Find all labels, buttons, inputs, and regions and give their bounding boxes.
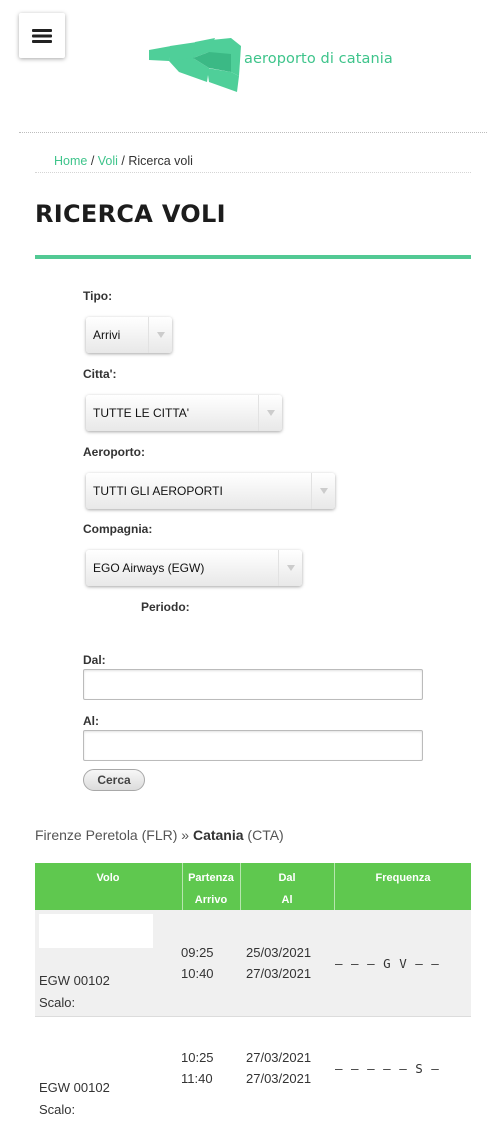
header-volo-label: Volo	[96, 872, 120, 884]
header-divider	[19, 132, 487, 133]
date-to: 27/03/2021	[246, 1071, 312, 1086]
table-row: EGW 00102 Scalo: 09:25 10:40 25/03/2021 …	[35, 910, 471, 1017]
tipo-label: Tipo:	[83, 289, 113, 303]
dal-label: Dal:	[83, 653, 106, 667]
flight-number: EGW 00102	[39, 1080, 110, 1095]
route-destination-code: (CTA)	[243, 827, 284, 843]
compagnia-label: Compagnia:	[83, 522, 153, 536]
header-al-label: Al	[281, 894, 293, 906]
chevron-down-icon	[311, 473, 335, 509]
aeroporto-select-value: TUTTI GLI AEROPORTI	[93, 484, 223, 498]
citta-select-value: TUTTE LE CITTA'	[93, 406, 190, 420]
chevron-down-icon	[278, 550, 302, 586]
menu-button[interactable]	[19, 13, 65, 58]
compagnia-select[interactable]: EGO Airways (EGW)	[86, 550, 302, 586]
table-row: EGW 00102 Scalo: 10:25 11:40 27/03/2021 …	[35, 1017, 471, 1122]
page-title: RICERCA VOLI	[35, 200, 226, 228]
departure-time: 09:25	[181, 945, 214, 960]
date-to: 27/03/2021	[246, 966, 312, 981]
chevron-down-icon	[148, 317, 172, 353]
route-title: Firenze Peretola (FLR) » Catania (CTA)	[35, 827, 284, 843]
breadcrumb-separator: /	[87, 154, 98, 168]
hamburger-icon	[32, 28, 52, 43]
header-dal-label: Dal	[278, 872, 296, 884]
header-volo: Volo	[35, 863, 181, 910]
date-from: 25/03/2021	[246, 945, 312, 960]
flights-table: Volo Partenza Arrivo Dal Al Frequenza EG…	[35, 863, 471, 1122]
logo-text: aeroporto di catania	[244, 51, 393, 67]
header-partenza-label: Partenza	[188, 872, 234, 884]
aeroporto-select[interactable]: TUTTI GLI AEROPORTI	[86, 473, 335, 509]
cerca-button[interactable]: Cerca	[83, 769, 145, 791]
header-partenza-arrivo: Partenza Arrivo	[183, 863, 239, 910]
citta-label: Citta':	[83, 367, 117, 381]
header-arrivo-label: Arrivo	[194, 894, 228, 906]
aeroporto-label: Aeroporto:	[83, 445, 145, 459]
breadcrumb-voli[interactable]: Voli	[98, 154, 118, 168]
frequency: – – – – – S –	[335, 1061, 440, 1076]
header-dal-al: Dal Al	[241, 863, 333, 910]
airline-logo-placeholder	[39, 914, 153, 948]
chevron-down-icon	[258, 395, 282, 431]
flight-number: EGW 00102	[39, 973, 110, 988]
arrival-time: 10:40	[181, 966, 214, 981]
dal-date-input[interactable]	[83, 669, 423, 700]
frequency: – – – G V – –	[335, 956, 440, 971]
title-underline	[35, 255, 471, 259]
al-date-input[interactable]	[83, 730, 423, 761]
al-label: Al:	[83, 714, 99, 728]
scalo-label: Scalo:	[39, 995, 76, 1010]
table-header: Volo Partenza Arrivo Dal Al Frequenza	[35, 863, 471, 910]
breadcrumb-divider	[35, 172, 471, 173]
breadcrumb-home[interactable]: Home	[54, 154, 87, 168]
breadcrumb-separator: /	[117, 154, 129, 168]
route-origin: Firenze Peretola (FLR) »	[35, 827, 193, 843]
breadcrumb-current: Ricerca voli	[128, 154, 193, 168]
tipo-select-value: Arrivi	[93, 328, 121, 342]
citta-select[interactable]: TUTTE LE CITTA'	[86, 395, 282, 431]
compagnia-select-value: EGO Airways (EGW)	[93, 561, 205, 575]
tipo-select[interactable]: Arrivi	[86, 317, 172, 353]
departure-time: 10:25	[181, 1050, 214, 1065]
breadcrumb: Home / Voli / Ricerca voli	[54, 154, 193, 168]
periodo-label: Periodo:	[141, 600, 190, 614]
date-from: 27/03/2021	[246, 1050, 312, 1065]
header-frequenza-label: Frequenza	[375, 872, 431, 884]
arrival-time: 11:40	[181, 1071, 213, 1086]
route-destination: Catania	[192, 827, 244, 843]
header-frequenza: Frequenza	[335, 863, 471, 910]
scalo-label: Scalo:	[39, 1102, 76, 1117]
